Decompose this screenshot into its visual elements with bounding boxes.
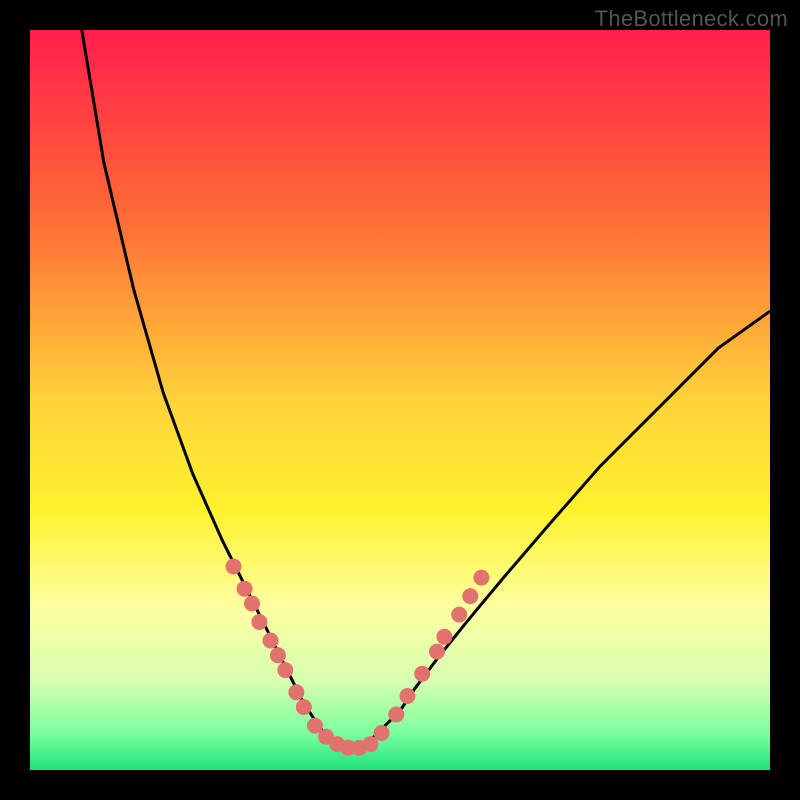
scatter-point [270,647,286,663]
scatter-point [277,662,293,678]
watermark-text: TheBottleneck.com [595,6,788,32]
scatter-point [226,559,242,575]
scatter-point [388,707,404,723]
scatter-point [414,666,430,682]
scatter-point [429,644,445,660]
scatter-point [374,725,390,741]
scatter-point [237,581,253,597]
scatter-point [296,699,312,715]
scatter-point [473,570,489,586]
chart-plot-area [30,30,770,770]
scatter-point [288,684,304,700]
scatter-point [399,688,415,704]
scatter-point [462,588,478,604]
right-bottleneck-curve [341,311,770,748]
scatter-point [436,629,452,645]
scatter-point [251,614,267,630]
scatter-point [451,607,467,623]
left-bottleneck-curve [82,30,341,748]
scatter-point [244,596,260,612]
chart-curves [30,30,770,770]
scatter-point [263,633,279,649]
scatter-points [226,559,490,756]
